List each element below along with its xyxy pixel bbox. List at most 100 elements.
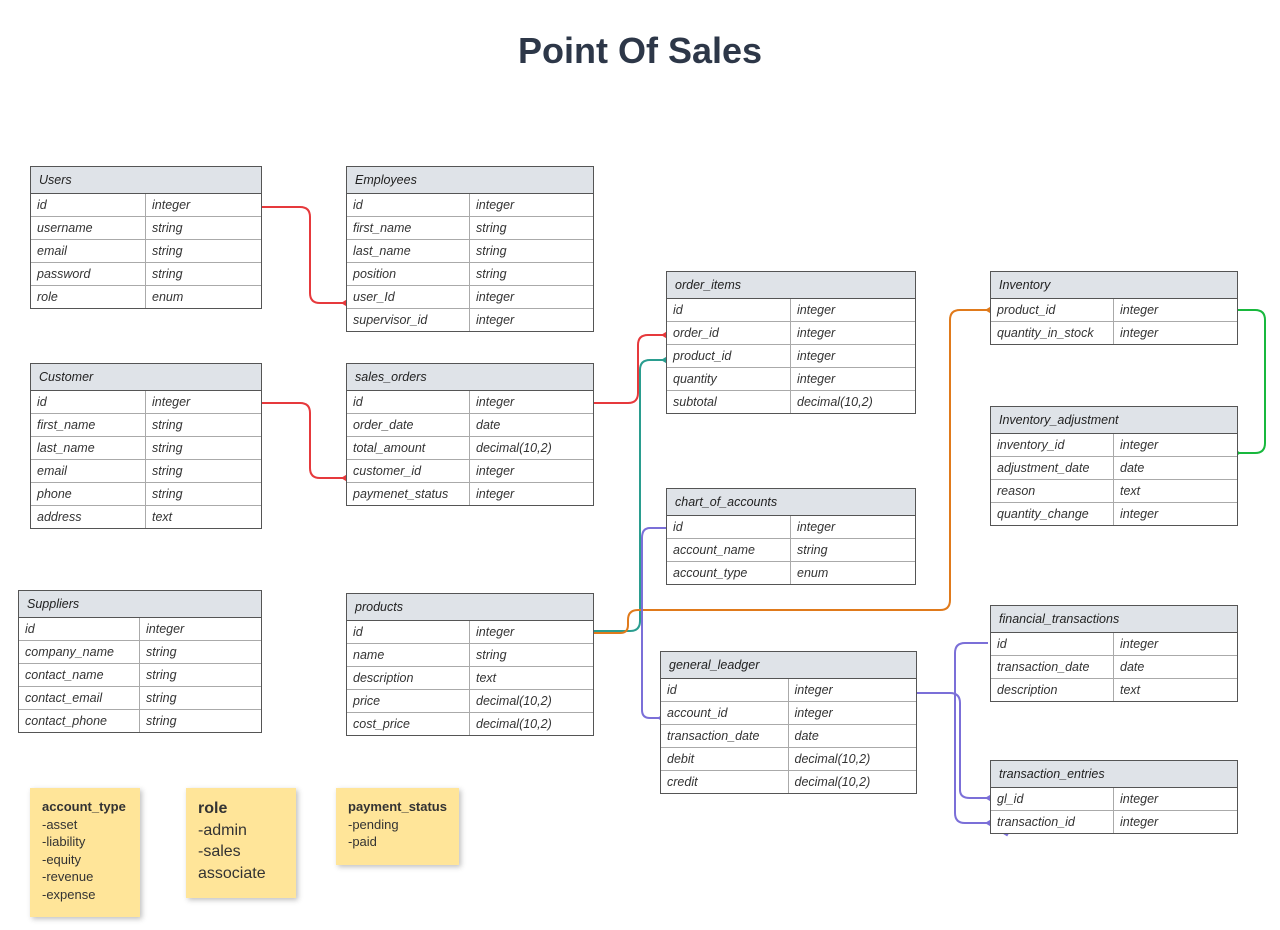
col-name: subtotal bbox=[667, 391, 791, 413]
col-name: first_name bbox=[347, 217, 470, 240]
col-name: last_name bbox=[31, 437, 146, 460]
rel-inventory-adjustment bbox=[1238, 310, 1265, 453]
col-type: text bbox=[470, 667, 593, 690]
sticky-role[interactable]: role-admin-salesassociate bbox=[186, 788, 296, 898]
sticky-title: role bbox=[198, 798, 284, 820]
col-name: contact_email bbox=[19, 687, 140, 710]
sticky-line: -paid bbox=[348, 833, 447, 851]
col-name: id bbox=[31, 391, 146, 414]
col-type: string bbox=[146, 483, 261, 506]
col-type: decimal(10,2) bbox=[470, 690, 593, 713]
erd-canvas: Point Of Sales bbox=[0, 30, 1280, 930]
table-inventory-adjustment[interactable]: Inventory_adjustmentinventory_idintegera… bbox=[990, 406, 1238, 526]
col-name: quantity_in_stock bbox=[991, 322, 1114, 344]
col-name: user_Id bbox=[347, 286, 470, 309]
col-type: string bbox=[146, 437, 261, 460]
col-type: string bbox=[146, 460, 261, 483]
col-type: string bbox=[470, 217, 593, 240]
sticky-payment-status[interactable]: payment_status-pending-paid bbox=[336, 788, 459, 865]
col-name: account_name bbox=[667, 539, 791, 562]
col-type: date bbox=[1114, 457, 1237, 480]
table-rows: idintegerorder_idintegerproduct_idintege… bbox=[667, 299, 915, 413]
rel-users-employees bbox=[262, 207, 344, 303]
col-name: quantity_change bbox=[991, 503, 1114, 525]
col-name: transaction_id bbox=[991, 811, 1114, 833]
col-name: id bbox=[661, 679, 789, 702]
table-sales-orders[interactable]: sales_ordersidintegerorder_datedatetotal… bbox=[346, 363, 594, 506]
rel-fintx-txentries bbox=[955, 643, 988, 823]
col-name: credit bbox=[661, 771, 789, 793]
col-type: integer bbox=[1114, 434, 1237, 457]
col-type: string bbox=[791, 539, 915, 562]
col-name: id bbox=[347, 391, 470, 414]
table-header: products bbox=[347, 594, 593, 621]
col-name: id bbox=[19, 618, 140, 641]
col-type: string bbox=[140, 641, 261, 664]
col-type: decimal(10,2) bbox=[791, 391, 915, 413]
table-order-items[interactable]: order_itemsidintegerorder_idintegerprodu… bbox=[666, 271, 916, 414]
table-rows: idintegeraccount_idintegertransaction_da… bbox=[661, 679, 916, 793]
col-type: string bbox=[146, 217, 261, 240]
col-name: email bbox=[31, 460, 146, 483]
col-type: integer bbox=[1114, 811, 1237, 833]
col-name: username bbox=[31, 217, 146, 240]
rel-customer-salesorders bbox=[262, 403, 344, 478]
col-name: account_type bbox=[667, 562, 791, 584]
table-employees[interactable]: Employeesidintegerfirst_namestringlast_n… bbox=[346, 166, 594, 332]
col-type: integer bbox=[1114, 322, 1237, 344]
col-type: integer bbox=[791, 322, 915, 345]
col-type: integer bbox=[791, 368, 915, 391]
table-customer[interactable]: Customeridintegerfirst_namestringlast_na… bbox=[30, 363, 262, 529]
col-name: customer_id bbox=[347, 460, 470, 483]
col-type: integer bbox=[1114, 299, 1237, 322]
col-type: integer bbox=[1114, 633, 1237, 656]
col-name: name bbox=[347, 644, 470, 667]
col-type: integer bbox=[470, 483, 593, 505]
col-name: id bbox=[347, 194, 470, 217]
col-type: string bbox=[146, 263, 261, 286]
table-header: financial_transactions bbox=[991, 606, 1237, 633]
table-general-leadger[interactable]: general_leadgeridintegeraccount_idintege… bbox=[660, 651, 917, 794]
table-header: Inventory bbox=[991, 272, 1237, 299]
col-type: text bbox=[1114, 480, 1237, 503]
table-header: order_items bbox=[667, 272, 915, 299]
col-name: total_amount bbox=[347, 437, 470, 460]
table-suppliers[interactable]: Suppliersidintegercompany_namestringcont… bbox=[18, 590, 262, 733]
sticky-line: -asset bbox=[42, 816, 128, 834]
table-transaction-entries[interactable]: transaction_entriesgl_idintegertransacti… bbox=[990, 760, 1238, 834]
table-rows: idintegerfirst_namestringlast_namestring… bbox=[347, 194, 593, 331]
col-name: position bbox=[347, 263, 470, 286]
table-header: Suppliers bbox=[19, 591, 261, 618]
col-name: id bbox=[347, 621, 470, 644]
table-header: Employees bbox=[347, 167, 593, 194]
col-type: integer bbox=[146, 194, 261, 217]
table-rows: idintegerusernamestringemailstringpasswo… bbox=[31, 194, 261, 308]
sticky-account-type[interactable]: account_type-asset-liability-equity-reve… bbox=[30, 788, 140, 917]
col-type: integer bbox=[470, 621, 593, 644]
table-users[interactable]: Usersidintegerusernamestringemailstringp… bbox=[30, 166, 262, 309]
col-name: contact_phone bbox=[19, 710, 140, 732]
sticky-title: payment_status bbox=[348, 798, 447, 816]
col-type: string bbox=[140, 664, 261, 687]
table-header: transaction_entries bbox=[991, 761, 1237, 788]
col-name: id bbox=[31, 194, 146, 217]
col-type: integer bbox=[470, 391, 593, 414]
table-rows: idintegernamestringdescriptiontextpriced… bbox=[347, 621, 593, 735]
table-products[interactable]: productsidintegernamestringdescriptionte… bbox=[346, 593, 594, 736]
table-rows: idintegeraccount_namestringaccount_typee… bbox=[667, 516, 915, 584]
table-header: Customer bbox=[31, 364, 261, 391]
table-inventory[interactable]: Inventoryproduct_idintegerquantity_in_st… bbox=[990, 271, 1238, 345]
col-type: string bbox=[146, 240, 261, 263]
col-type: date bbox=[470, 414, 593, 437]
col-type: integer bbox=[1114, 503, 1237, 525]
col-type: integer bbox=[791, 516, 915, 539]
col-name: id bbox=[991, 633, 1114, 656]
col-name: description bbox=[991, 679, 1114, 701]
sticky-line: -admin bbox=[198, 820, 284, 842]
col-type: decimal(10,2) bbox=[789, 748, 917, 771]
col-name: password bbox=[31, 263, 146, 286]
col-name: quantity bbox=[667, 368, 791, 391]
table-financial-transactions[interactable]: financial_transactionsidintegertransacti… bbox=[990, 605, 1238, 702]
table-chart-of-accounts[interactable]: chart_of_accountsidintegeraccount_namest… bbox=[666, 488, 916, 585]
col-name: inventory_id bbox=[991, 434, 1114, 457]
